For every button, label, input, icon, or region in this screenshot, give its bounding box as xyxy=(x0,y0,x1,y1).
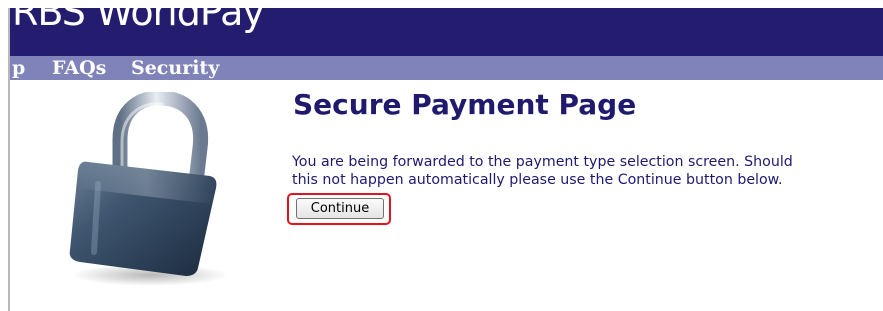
nav-item-security[interactable]: Security xyxy=(131,57,219,79)
nav-item-help[interactable]: p xyxy=(12,57,25,79)
secure-payment-page: RBS WorldPay p FAQs Security Secure Paym… xyxy=(0,0,883,311)
nav-item-faqs[interactable]: FAQs xyxy=(52,57,106,79)
message-line-1: You are being forwarded to the payment t… xyxy=(292,154,793,170)
brand-logo-text: RBS WorldPay xyxy=(12,8,265,34)
page-title: Secure Payment Page xyxy=(293,88,637,121)
continue-button[interactable]: Continue xyxy=(296,198,384,219)
padlock-icon xyxy=(69,92,228,286)
top-nav: p FAQs Security xyxy=(10,56,883,80)
forwarding-message: You are being forwarded to the payment t… xyxy=(292,153,883,189)
brand-header: RBS WorldPay xyxy=(10,8,883,56)
message-line-2: this not happen automatically please use… xyxy=(292,172,783,188)
